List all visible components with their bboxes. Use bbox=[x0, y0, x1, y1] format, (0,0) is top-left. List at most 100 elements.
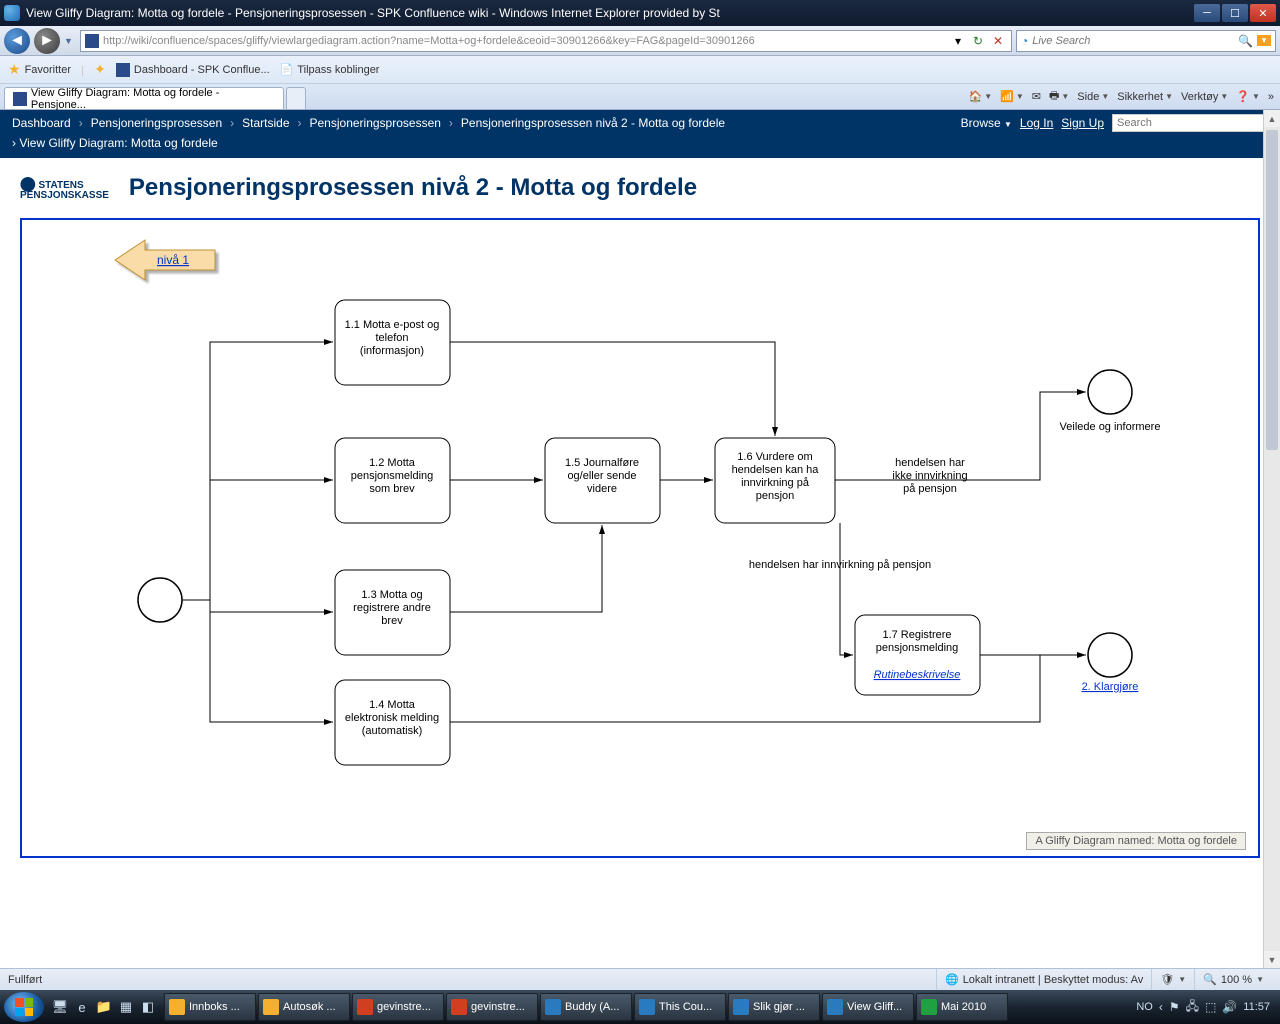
ql-ie-icon[interactable]: e bbox=[72, 994, 92, 1020]
taskbar-item[interactable]: Mai 2010 bbox=[916, 993, 1008, 1021]
nav-history-dropdown[interactable]: ▼ bbox=[64, 36, 76, 46]
ql-app-icon[interactable]: ▦ bbox=[116, 994, 136, 1020]
start-button[interactable] bbox=[4, 992, 44, 1022]
feeds-button[interactable]: 📶▼ bbox=[1000, 90, 1024, 103]
diagram-caption: A Gliffy Diagram named: Motta og fordele bbox=[1026, 832, 1246, 850]
safety-menu[interactable]: Sikkerhet▼ bbox=[1117, 91, 1173, 103]
browser-tab-active[interactable]: View Gliffy Diagram: Motta og fordele - … bbox=[4, 87, 284, 109]
expand-icon[interactable]: » bbox=[1268, 91, 1274, 103]
ie-icon bbox=[545, 999, 561, 1015]
search-dropdown[interactable]: ▾ bbox=[1257, 35, 1271, 46]
star-icon: ★ bbox=[8, 61, 21, 78]
tray-icon[interactable]: ⚑ bbox=[1169, 1000, 1180, 1014]
node-1-5: 1.5 Journalføreog/eller sendevidere bbox=[545, 438, 660, 523]
network-icon[interactable]: 🖧 bbox=[1186, 997, 1199, 1018]
scroll-thumb[interactable] bbox=[1266, 130, 1278, 450]
node-1-1: 1.1 Motta e-post ogtelefon(informasjon) bbox=[335, 300, 450, 385]
ql-desktop-icon[interactable]: 🖥 bbox=[50, 994, 70, 1020]
scroll-up-icon[interactable]: ▲ bbox=[1264, 110, 1280, 127]
print-button[interactable]: 🖶▼ bbox=[1049, 87, 1069, 106]
login-link[interactable]: Log In bbox=[1020, 116, 1053, 130]
ql-explorer-icon[interactable]: 📁 bbox=[94, 994, 114, 1020]
ppt-icon bbox=[451, 999, 467, 1015]
protected-mode-icon[interactable]: 🛡▼ bbox=[1151, 969, 1194, 990]
crumb-page[interactable]: Pensjoneringsprosessen nivå 2 - Motta og… bbox=[461, 116, 725, 130]
edge-label-yes: hendelsen har innvirkning på pensjon bbox=[749, 559, 931, 571]
favorite-label: Tilpass koblinger bbox=[297, 64, 379, 76]
taskbar-item[interactable]: Innboks ... bbox=[164, 993, 256, 1021]
browser-navbar: ◄ ► ▼ ▾ ↻ ✕ ◔ 🔍 ▾ bbox=[0, 26, 1280, 56]
mail-button[interactable]: ✉ bbox=[1032, 90, 1041, 103]
crumb-dashboard[interactable]: Dashboard bbox=[12, 116, 71, 130]
star-add-icon: ✦ bbox=[94, 61, 106, 78]
page-scrollbar[interactable]: ▲ ▼ bbox=[1263, 110, 1280, 968]
signup-link[interactable]: Sign Up bbox=[1061, 116, 1104, 130]
scroll-down-icon[interactable]: ▼ bbox=[1264, 951, 1280, 968]
clock[interactable]: 11:57 bbox=[1243, 1001, 1270, 1013]
close-button[interactable]: ✕ bbox=[1250, 4, 1276, 22]
taskbar-item[interactable]: Buddy (A... bbox=[540, 993, 632, 1021]
klargjore-link[interactable]: 2. Klargjøre bbox=[1082, 681, 1139, 693]
spk-logo: ⬤ STATENS PENSJONSKASSE bbox=[20, 176, 109, 201]
ql-app-icon[interactable]: ◧ bbox=[138, 994, 158, 1020]
taskbar-item[interactable]: gevinstre... bbox=[352, 993, 444, 1021]
favorite-label: Dashboard - SPK Conflue... bbox=[134, 64, 270, 76]
crumb-space[interactable]: Pensjoneringsprosessen bbox=[91, 116, 222, 130]
ie-icon bbox=[639, 999, 655, 1015]
favorites-label: Favoritter bbox=[25, 64, 71, 76]
windows-taskbar: 🖥 e 📁 ▦ ◧ Innboks ... Autosøk ... gevins… bbox=[0, 990, 1280, 1024]
site-icon bbox=[13, 92, 27, 106]
url-dropdown[interactable]: ▾ bbox=[949, 32, 967, 50]
tools-menu[interactable]: Verktøy▼ bbox=[1181, 91, 1228, 103]
browser-search[interactable]: ◔ 🔍 ▾ bbox=[1016, 30, 1276, 52]
taskbar-item[interactable]: This Cou... bbox=[634, 993, 726, 1021]
svg-text:nivå 1: nivå 1 bbox=[157, 253, 189, 267]
stop-button[interactable]: ✕ bbox=[989, 32, 1007, 50]
search-input[interactable] bbox=[1032, 35, 1234, 47]
zoom-control[interactable]: 🔍 100 % ▼ bbox=[1194, 969, 1272, 990]
help-button[interactable]: ❓▼ bbox=[1236, 90, 1260, 103]
taskbar-item[interactable]: gevinstre... bbox=[446, 993, 538, 1021]
rutinebeskrivelse-link[interactable]: Rutinebeskrivelse bbox=[874, 669, 961, 681]
gliffy-diagram: nivå 1 1.1 Motta e-post ogtelefon(inform… bbox=[20, 218, 1260, 858]
back-button[interactable]: ◄ bbox=[4, 28, 30, 54]
window-title: View Gliffy Diagram: Motta og fordele - … bbox=[26, 6, 1194, 20]
crumb-startside[interactable]: Startside bbox=[242, 116, 289, 130]
tray-icon[interactable]: ⬚ bbox=[1205, 1000, 1216, 1014]
taskbar-item[interactable]: Autosøk ... bbox=[258, 993, 350, 1021]
forward-button[interactable]: ► bbox=[34, 28, 60, 54]
browse-menu[interactable]: Browse ▼ bbox=[961, 116, 1012, 130]
add-favorite-button[interactable]: ✦ bbox=[94, 61, 106, 78]
tab-label: View Gliffy Diagram: Motta og fordele - … bbox=[31, 87, 275, 111]
back-arrow-niva1[interactable]: nivå 1 bbox=[115, 240, 215, 280]
edge-label-no: hendelsen harikke innvirkningpå pensjon bbox=[892, 457, 967, 495]
new-tab-button[interactable] bbox=[286, 87, 306, 109]
search-go-icon[interactable]: 🔍 bbox=[1238, 34, 1253, 48]
tray-expand-icon[interactable]: ‹ bbox=[1159, 1000, 1163, 1014]
maximize-button[interactable]: ☐ bbox=[1222, 4, 1248, 22]
site-icon bbox=[85, 34, 99, 48]
refresh-button[interactable]: ↻ bbox=[969, 32, 987, 50]
minimize-button[interactable]: ─ bbox=[1194, 4, 1220, 22]
page-menu[interactable]: Side▼ bbox=[1077, 91, 1109, 103]
search-provider-icon: ◔ bbox=[1021, 34, 1028, 48]
favorite-link-dashboard[interactable]: Dashboard - SPK Conflue... bbox=[116, 63, 270, 77]
crumb-process[interactable]: Pensjoneringsprosessen bbox=[310, 116, 441, 130]
node-1-7: 1.7 RegistrerepensjonsmeldingRutinebeskr… bbox=[855, 615, 980, 695]
taskbar-item[interactable]: View Gliff... bbox=[822, 993, 914, 1021]
favorite-link-tilpass[interactable]: 📄Tilpass koblinger bbox=[280, 63, 380, 76]
security-zone[interactable]: 🌐Lokalt intranett | Beskyttet modus: Av bbox=[936, 969, 1151, 990]
confluence-search[interactable] bbox=[1112, 114, 1272, 132]
url-input[interactable] bbox=[103, 35, 945, 47]
ppt-icon bbox=[357, 999, 373, 1015]
address-bar[interactable]: ▾ ↻ ✕ bbox=[80, 30, 1012, 52]
excel-icon bbox=[921, 999, 937, 1015]
favorites-button[interactable]: ★ Favoritter bbox=[8, 61, 71, 78]
home-button[interactable]: 🏠▼ bbox=[969, 90, 993, 103]
node-1-6: 1.6 Vurdere omhendelsen kan hainnvirknin… bbox=[715, 438, 835, 523]
volume-icon[interactable]: 🔊 bbox=[1222, 1000, 1237, 1014]
taskbar-item[interactable]: Slik gjør ... bbox=[728, 993, 820, 1021]
ie-icon bbox=[827, 999, 843, 1015]
system-tray[interactable]: NO ‹ ⚑ 🖧 ⬚ 🔊 11:57 bbox=[1136, 997, 1276, 1018]
lang-indicator[interactable]: NO bbox=[1136, 1001, 1153, 1013]
